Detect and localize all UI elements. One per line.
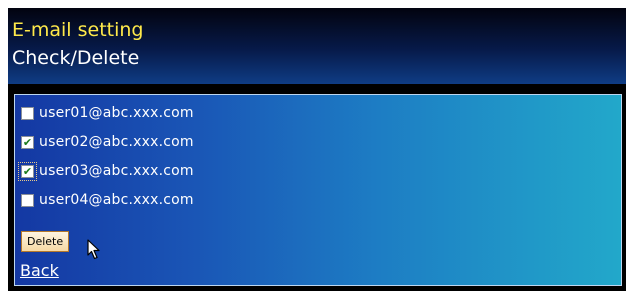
page-title: E-mail setting bbox=[12, 19, 144, 41]
email-checkbox-1[interactable] bbox=[21, 106, 34, 120]
email-address-3: user03@abc.xxx.com bbox=[39, 163, 194, 179]
email-row-3: ✔ user03@abc.xxx.com bbox=[18, 161, 194, 181]
checkmark-icon: ✔ bbox=[22, 135, 33, 149]
mouse-pointer-icon bbox=[87, 239, 100, 260]
email-settings-screen: E-mail setting Check/Delete user01@abc.x… bbox=[8, 8, 626, 291]
header: E-mail setting Check/Delete bbox=[8, 8, 626, 84]
email-checkbox-3[interactable]: ✔ bbox=[18, 161, 37, 181]
email-address-2: user02@abc.xxx.com bbox=[39, 134, 194, 150]
delete-button[interactable]: Delete bbox=[21, 231, 70, 252]
email-list-panel: user01@abc.xxx.com ✔ user02@abc.xxx.com … bbox=[14, 94, 622, 286]
email-row-1: user01@abc.xxx.com bbox=[21, 103, 194, 123]
email-checkbox-2[interactable]: ✔ bbox=[21, 135, 34, 149]
email-row-4: user04@abc.xxx.com bbox=[21, 190, 194, 210]
email-address-4: user04@abc.xxx.com bbox=[39, 192, 194, 208]
email-row-2: ✔ user02@abc.xxx.com bbox=[21, 132, 194, 152]
page-subtitle: Check/Delete bbox=[12, 47, 140, 69]
back-link[interactable]: Back bbox=[20, 261, 59, 280]
checkmark-icon: ✔ bbox=[22, 164, 33, 178]
email-address-1: user01@abc.xxx.com bbox=[39, 105, 194, 121]
email-checkbox-4[interactable] bbox=[21, 193, 34, 207]
